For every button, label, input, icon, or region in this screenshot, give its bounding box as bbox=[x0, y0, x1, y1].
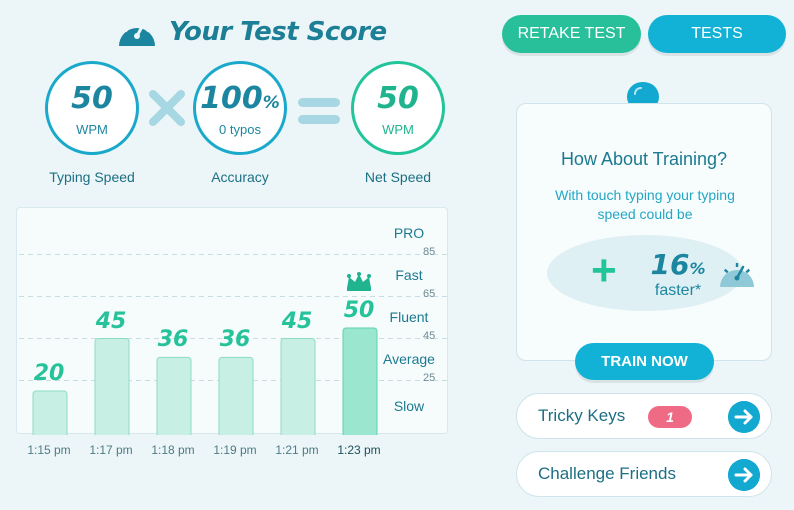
chart-bar[interactable] bbox=[156, 356, 192, 435]
challenge-friends-label: Challenge Friends bbox=[538, 464, 676, 483]
net-speed-value: 50 bbox=[377, 80, 419, 116]
crown-icon bbox=[347, 272, 371, 291]
speed-level-label: Fast bbox=[395, 267, 423, 283]
improvement-highlight: + 16% faster* bbox=[547, 235, 754, 311]
tricky-keys-label: Tricky Keys bbox=[538, 406, 626, 425]
x-tick-label: 1:23 pm bbox=[337, 443, 381, 457]
bar-value-label: 36 bbox=[219, 327, 251, 353]
gauge-icon bbox=[119, 20, 155, 46]
y-tick-label: 65 bbox=[423, 287, 436, 300]
chart-bar[interactable] bbox=[218, 356, 254, 435]
tricky-keys-badge: 1 bbox=[648, 406, 692, 428]
speed-level-label: PRO bbox=[393, 225, 425, 241]
chart-bar[interactable] bbox=[32, 390, 68, 435]
equals-icon bbox=[298, 98, 340, 124]
gauge-icon bbox=[720, 263, 754, 287]
typing-speed-value: 50 bbox=[71, 80, 113, 116]
training-title: How About Training? bbox=[560, 149, 728, 169]
bar-value-label: 45 bbox=[281, 308, 313, 334]
bar-value-label: 45 bbox=[95, 308, 127, 334]
accuracy-circle: 100% 0 typos bbox=[193, 61, 287, 155]
accuracy-value: 100% bbox=[200, 80, 280, 116]
chart-bar[interactable] bbox=[342, 327, 378, 435]
accuracy-caption: Accuracy bbox=[211, 169, 269, 185]
plus-icon: + bbox=[591, 246, 617, 295]
bar-value-label: 36 bbox=[157, 327, 189, 353]
x-tick-label: 1:21 pm bbox=[275, 443, 319, 457]
net-speed-caption: Net Speed bbox=[364, 169, 432, 185]
x-tick-label: 1:15 pm bbox=[27, 443, 71, 457]
typing-speed-unit: WPM bbox=[76, 121, 108, 137]
x-tick-label: 1:19 pm bbox=[213, 443, 257, 457]
improvement-faster-label: faster* bbox=[654, 282, 702, 299]
page-title: Your Test Score bbox=[169, 17, 387, 47]
speed-level-label: Average bbox=[383, 351, 435, 367]
retake-test-button[interactable]: RETAKE TEST bbox=[502, 15, 641, 53]
x-tick-label: 1:17 pm bbox=[89, 443, 133, 457]
y-tick-label: 45 bbox=[423, 329, 436, 342]
y-tick-label: 25 bbox=[423, 371, 436, 384]
net-speed-circle: 50 WPM bbox=[351, 61, 445, 155]
multiply-icon bbox=[149, 90, 185, 126]
net-speed-unit: WPM bbox=[382, 121, 414, 137]
arrow-right-icon[interactable] bbox=[728, 401, 760, 433]
typos-count: 0 typos bbox=[219, 121, 261, 137]
tricky-keys-row[interactable]: Tricky Keys 1 bbox=[516, 393, 772, 439]
training-description: With touch typing your typing speed coul… bbox=[555, 187, 735, 222]
page-header: Your Test Score bbox=[115, 12, 387, 52]
typing-speed-caption: Typing Speed bbox=[49, 169, 135, 185]
speed-level-label: Slow bbox=[393, 398, 425, 414]
arrow-right-icon[interactable] bbox=[728, 459, 760, 491]
bar-value-label: 20 bbox=[33, 361, 65, 386]
y-tick-label: 85 bbox=[423, 245, 436, 258]
train-now-button[interactable]: TRAIN NOW bbox=[575, 343, 714, 380]
tests-button[interactable]: TESTS bbox=[648, 15, 786, 53]
x-tick-label: 1:18 pm bbox=[151, 443, 195, 457]
challenge-friends-row[interactable]: Challenge Friends bbox=[516, 451, 772, 497]
chart-bar[interactable] bbox=[280, 338, 316, 436]
chart-bar[interactable] bbox=[94, 338, 130, 436]
bar-value-label: 50 bbox=[343, 298, 375, 323]
training-panel: How About Training? With touch typing yo… bbox=[516, 103, 772, 361]
improvement-percent: 16% bbox=[650, 248, 706, 281]
typing-speed-circle: 50 WPM bbox=[45, 61, 139, 155]
